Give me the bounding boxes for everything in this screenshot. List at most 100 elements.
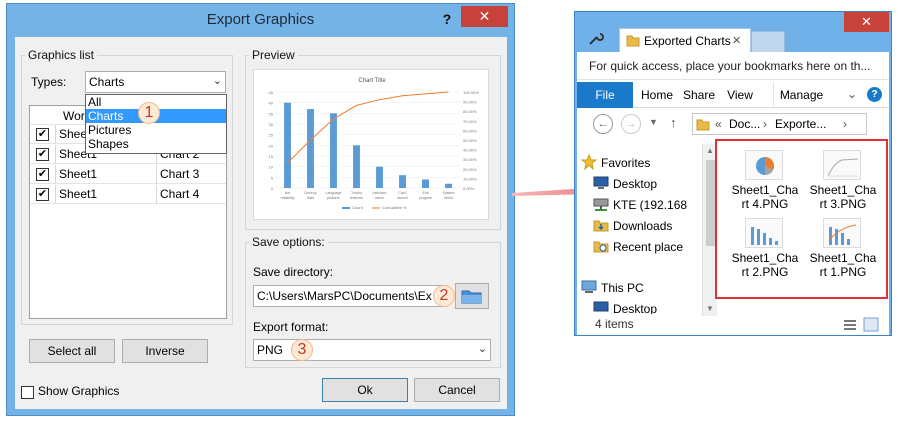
chevron-down-icon[interactable]: ⌄ (847, 87, 857, 101)
export-format-combo[interactable]: PNG ⌄ (253, 339, 491, 361)
y2-tick-label: 80.00% (463, 109, 477, 114)
star-icon (581, 154, 597, 170)
y-tick-label: 20 (269, 143, 274, 148)
address-overflow[interactable]: « (715, 117, 722, 131)
dropdown-option-pictures[interactable]: Pictures (86, 123, 226, 137)
y-tick-label: 35 (269, 111, 274, 116)
wrench-icon[interactable] (587, 31, 605, 47)
row-sheet-cell: Sheet1 (55, 165, 155, 184)
ribbon-tab-manage[interactable]: Manage (773, 82, 829, 108)
help-button[interactable]: ? (435, 8, 459, 30)
tab-close-icon[interactable]: ✕ (732, 34, 741, 47)
y2-tick-label: 20.00% (463, 167, 477, 172)
bar (376, 166, 383, 188)
browse-folder-button[interactable] (455, 283, 489, 309)
dialog-body: Graphics list Types: Charts ⌄ Wor ✔ Sheet… (15, 37, 507, 409)
scroll-up-icon[interactable]: ▲ (706, 146, 714, 155)
y-tick-label: 30 (269, 122, 274, 127)
address-segment-documents[interactable]: Doc... (729, 117, 760, 131)
file-explorer-window: ✕ Exported Charts ✕ For quick access, pl… (574, 11, 892, 336)
row-checkbox[interactable]: ✔ (36, 168, 49, 181)
large-icons-view-icon[interactable] (863, 317, 879, 332)
address-separator[interactable]: › (763, 117, 767, 131)
row-sheet-cell: Sheet1 (55, 185, 155, 204)
row-chart-cell: Chart 4 (156, 185, 226, 204)
desktop-icon (593, 176, 609, 189)
y-tick-label: 25 (269, 133, 274, 138)
address-separator[interactable]: › (843, 117, 847, 131)
table-row[interactable]: ✔ Sheet1 Chart 3 (30, 165, 226, 184)
ribbon-tab-view[interactable]: View (723, 82, 757, 108)
ok-button[interactable]: Ok (322, 378, 408, 402)
scrollbar-thumb[interactable] (706, 160, 715, 246)
nav-item-downloads[interactable]: Downloads (613, 218, 672, 234)
navigation-pane: Favorites Desktop KTE (192.168 Downloads… (577, 144, 699, 314)
legend-label: Count (352, 205, 364, 210)
address-segment-exported[interactable]: Exporte... (775, 117, 826, 131)
scroll-down-icon[interactable]: ▼ (706, 304, 714, 313)
y2-tick-label: 50.00% (463, 138, 477, 143)
desktop-icon (593, 301, 609, 312)
save-directory-label: Save directory: (253, 265, 334, 279)
row-checkbox[interactable]: ✔ (36, 128, 49, 141)
folder-icon (696, 119, 710, 131)
back-arrow-icon[interactable]: ← (593, 114, 613, 134)
x-tick-label: failed (444, 196, 453, 200)
nav-item-this-pc[interactable]: This PC (601, 280, 644, 296)
y2-tick-label: 60.00% (463, 128, 477, 133)
y2-tick-label: 40.00% (463, 148, 477, 153)
explorer-body: For quick access, place your bookmarks h… (577, 52, 889, 335)
preview-chart: Chart Title 45 40 35 30 25 20 15 10 5 0 100.00% 90.0… (269, 78, 480, 210)
graphics-list-label: Graphics list (25, 48, 98, 62)
y2-tick-label: 0.00% (463, 186, 475, 191)
dialog-close-button[interactable]: ✕ (461, 6, 508, 27)
nav-item-recent-places[interactable]: Recent place (613, 239, 699, 255)
table-row[interactable]: ✔ Sheet1 Chart 4 (30, 185, 226, 204)
y2-tick-label: 90.00% (463, 100, 477, 105)
preview-area: Chart Title 45 40 35 30 25 20 15 10 5 0 100.00% 90.0… (253, 69, 489, 220)
step-badge-3: 3 (291, 339, 313, 361)
nav-item-network-drive[interactable]: KTE (192.168 (613, 197, 699, 213)
row-checkbox[interactable]: ✔ (36, 188, 49, 201)
x-tick-label: program (419, 196, 432, 200)
x-tick-label: System (443, 191, 455, 195)
x-tick-label: Language (326, 191, 342, 195)
legend-swatch-count (342, 207, 350, 209)
y-tick-label: 40 (269, 101, 274, 106)
recent-dropdown-icon[interactable]: ▼ (649, 117, 658, 127)
cancel-button[interactable]: Cancel (414, 378, 500, 402)
save-directory-input[interactable]: C:\Users\MarsPC\Documents\Ex (253, 285, 447, 307)
x-tick-label: Exit (423, 191, 429, 195)
address-box[interactable]: « Doc... › Exporte... › (692, 113, 867, 135)
nav-item-desktop[interactable]: Desktop (613, 176, 657, 192)
up-arrow-icon[interactable]: ↑ (670, 115, 677, 130)
bar (399, 175, 406, 188)
downloads-icon (593, 220, 609, 232)
y-tick-label: 15 (269, 154, 274, 159)
x-tick-label: Trophy (351, 191, 362, 195)
ribbon-tab-home[interactable]: Home (637, 82, 677, 108)
legend-label: Cumulative % (382, 205, 407, 210)
y2-tick-label: 70.00% (463, 119, 477, 124)
dropdown-option-shapes[interactable]: Shapes (86, 137, 226, 151)
show-graphics-label: Show Graphics (38, 384, 120, 398)
help-icon[interactable]: ? (867, 87, 882, 102)
show-graphics-checkbox[interactable] (21, 386, 34, 399)
details-view-icon[interactable] (843, 319, 857, 331)
nav-item-favorites[interactable]: Favorites (601, 155, 650, 171)
new-tab-button[interactable] (751, 31, 785, 52)
step-badge-2: 2 (433, 285, 455, 307)
explorer-close-button[interactable]: ✕ (844, 12, 889, 32)
nav-item-desktop-pc[interactable]: Desktop (613, 301, 657, 314)
bar (422, 179, 429, 188)
browser-tab-exported-charts[interactable]: Exported Charts ✕ (619, 28, 751, 52)
ribbon-tab-file[interactable]: File (577, 82, 633, 108)
forward-arrow-icon[interactable]: → (621, 114, 641, 134)
ribbon-tab-share[interactable]: Share (679, 82, 719, 108)
chevron-down-icon: ⌄ (212, 75, 222, 87)
select-all-button[interactable]: Select all (29, 339, 115, 363)
row-checkbox[interactable]: ✔ (36, 148, 49, 161)
types-combo[interactable]: Charts ⌄ (85, 71, 226, 93)
inverse-button[interactable]: Inverse (122, 339, 208, 363)
folder-icon (626, 35, 640, 47)
